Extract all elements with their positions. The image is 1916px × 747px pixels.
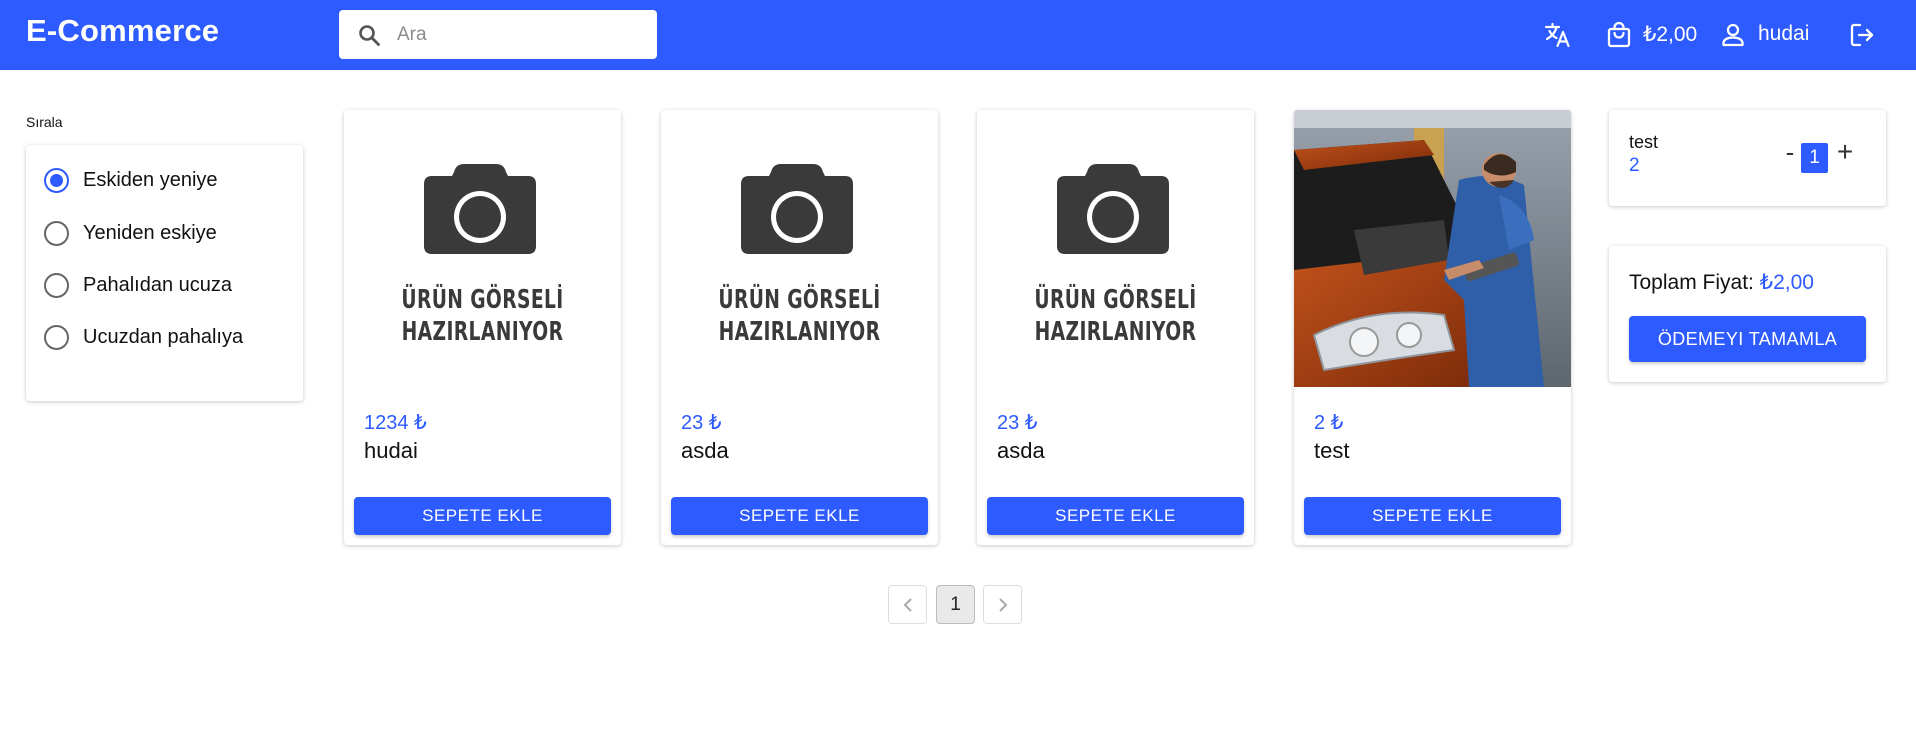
camera-icon (741, 164, 853, 254)
quantity-increase-button[interactable]: + (1834, 138, 1856, 166)
placeholder-text-line1: ÜRÜN GÖRSELİ (1034, 285, 1197, 315)
product-card: ÜRÜN GÖRSELİ HAZIRLANIYOR 23 ₺ asda SEPE… (977, 110, 1254, 545)
placeholder-text-line1: ÜRÜN GÖRSELİ (401, 285, 564, 315)
placeholder-text-line1: ÜRÜN GÖRSELİ (718, 285, 881, 315)
cart-item-card: test 2 - 1 + (1609, 110, 1886, 206)
cart-item-price: 2 (1629, 155, 1640, 176)
sort-option-label: Eskiden yeniye (83, 169, 218, 191)
product-card: ÜRÜN GÖRSELİ HAZIRLANIYOR 1234 ₺ hudai S… (344, 110, 621, 545)
quantity-decrease-button[interactable]: - (1781, 139, 1799, 165)
sort-title: Sırala (26, 114, 63, 130)
sort-option-oldest-first[interactable]: Eskiden yeniye (44, 165, 253, 195)
product-name[interactable]: asda (681, 438, 729, 464)
product-name[interactable]: asda (997, 438, 1045, 464)
placeholder-text-line2: HAZIRLANIYOR (718, 317, 881, 347)
user-icon[interactable] (1719, 21, 1747, 49)
placeholder-text-line2: HAZIRLANIYOR (401, 317, 564, 347)
product-price: 2 ₺ (1314, 412, 1344, 434)
pagination-prev-button[interactable] (888, 585, 927, 624)
logout-icon[interactable] (1848, 21, 1876, 49)
search-icon (359, 25, 380, 46)
complete-payment-button[interactable]: ÖDEMEYI TAMAMLA (1629, 316, 1866, 362)
sort-option-label: Pahalıdan ucuza (83, 274, 233, 296)
placeholder-text-line2: HAZIRLANIYOR (1034, 317, 1197, 347)
pagination-page-button[interactable]: 1 (936, 585, 975, 624)
radio-unchecked-icon[interactable] (44, 324, 69, 350)
total-price-value: ₺2,00 (1759, 271, 1814, 294)
product-card: ÜRÜN GÖRSELİ HAZIRLANIYOR 23 ₺ asda SEPE… (661, 110, 938, 545)
sort-option-price-high-low[interactable]: Pahalıdan ucuza (44, 270, 253, 300)
camera-icon (1057, 164, 1169, 254)
product-card: 2 ₺ test SEPETE EKLE (1294, 110, 1571, 545)
total-price-label: Toplam Fiyat: (1629, 271, 1754, 294)
add-to-cart-button[interactable]: SEPETE EKLE (354, 497, 611, 535)
sort-option-price-low-high[interactable]: Ucuzdan pahalıya (44, 322, 253, 352)
shopping-bag-icon[interactable] (1605, 21, 1633, 49)
product-price: 23 ₺ (997, 412, 1038, 434)
chevron-left-icon (903, 598, 912, 612)
username-label[interactable]: hudai (1758, 22, 1809, 46)
product-price: 1234 ₺ (364, 412, 427, 434)
sort-options-card: Eskiden yeniye Yeniden eskiye Pahalıdan … (26, 145, 303, 401)
radio-unchecked-icon[interactable] (44, 220, 69, 246)
add-to-cart-button[interactable]: SEPETE EKLE (671, 497, 928, 535)
search-box[interactable] (339, 10, 657, 59)
chevron-right-icon (999, 598, 1008, 612)
product-image-placeholder: ÜRÜN GÖRSELİ HAZIRLANIYOR (344, 110, 621, 387)
search-input[interactable] (397, 10, 647, 59)
total-price-row: Toplam Fiyat: ₺2,00 (1629, 270, 1814, 295)
cart-item-name: test (1629, 132, 1659, 152)
product-name[interactable]: hudai (364, 438, 418, 464)
sort-option-label: Yeniden eskiye (83, 222, 217, 244)
brand-logo[interactable]: E-Commerce (26, 13, 219, 49)
radio-checked-icon[interactable] (44, 167, 69, 193)
product-photo-mechanic (1294, 110, 1571, 387)
quantity-value: 1 (1801, 143, 1828, 173)
camera-icon (424, 164, 536, 254)
add-to-cart-button[interactable]: SEPETE EKLE (1304, 497, 1561, 535)
translate-icon[interactable] (1544, 21, 1572, 49)
product-name[interactable]: test (1314, 438, 1349, 464)
cart-total-amount[interactable]: ₺2,00 (1643, 22, 1697, 47)
sort-option-label: Ucuzdan pahalıya (83, 326, 244, 348)
product-price: 23 ₺ (681, 412, 722, 434)
radio-unchecked-icon[interactable] (44, 272, 69, 298)
pagination-next-button[interactable] (983, 585, 1022, 624)
top-app-bar: E-Commerce ₺2,00 hudai (0, 0, 1916, 70)
sort-option-newest-first[interactable]: Yeniden eskiye (44, 218, 253, 248)
product-image-placeholder: ÜRÜN GÖRSELİ HAZIRLANIYOR (661, 110, 938, 387)
add-to-cart-button[interactable]: SEPETE EKLE (987, 497, 1244, 535)
cart-total-card: Toplam Fiyat: ₺2,00 ÖDEMEYI TAMAMLA (1609, 246, 1886, 382)
product-image-placeholder: ÜRÜN GÖRSELİ HAZIRLANIYOR (977, 110, 1254, 387)
